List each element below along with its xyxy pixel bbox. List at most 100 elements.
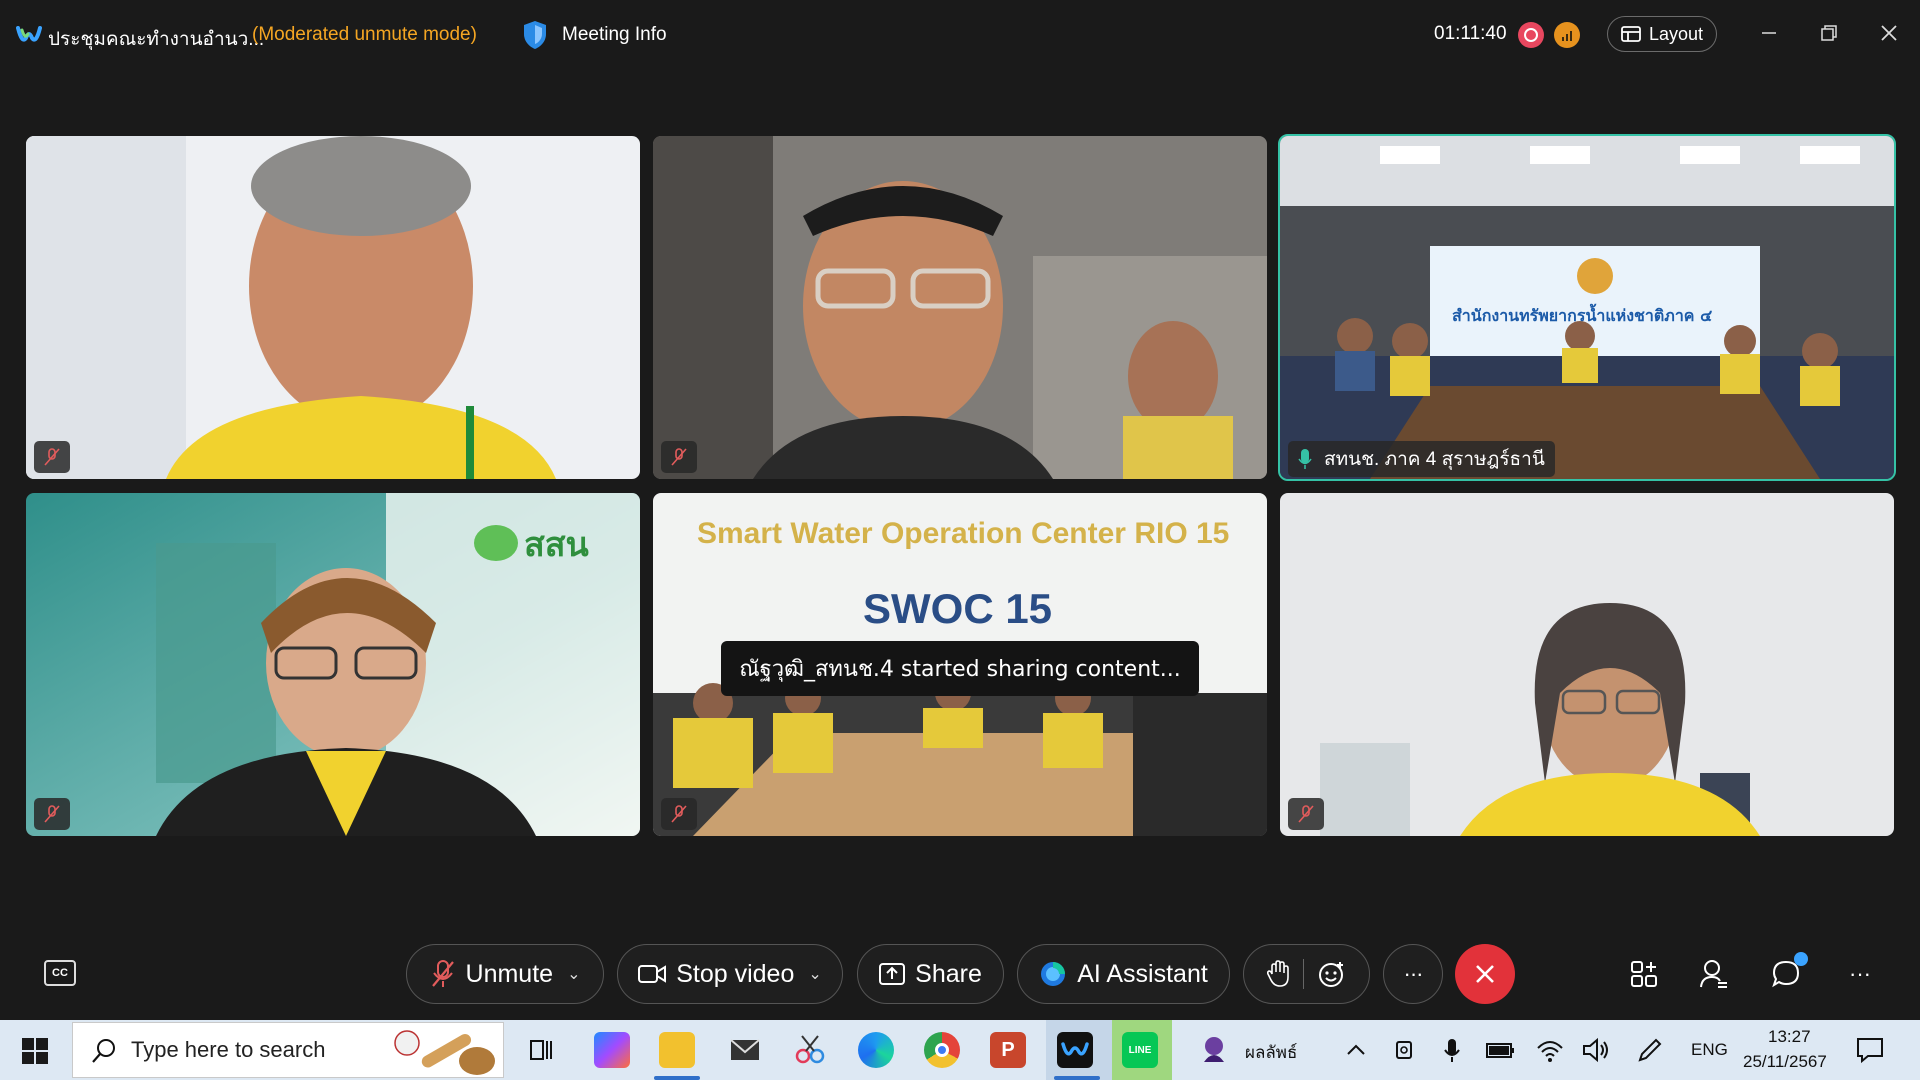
sharing-notification-toast: ณัฐวุฒิ_สทนช.4 started sharing content..…	[721, 641, 1199, 696]
participant-tile-4[interactable]: สสน	[26, 493, 640, 836]
video-feed	[26, 136, 640, 479]
muted-icon	[34, 441, 70, 473]
leave-meeting-button[interactable]	[1455, 944, 1515, 1004]
search-icon	[92, 1039, 115, 1063]
more-icon: ···	[1403, 961, 1424, 986]
mail-icon[interactable]	[727, 1032, 763, 1068]
title-bar: ประชุมคณะทำงานอำนว... (Moderated unmute …	[0, 0, 1920, 70]
stop-video-label: Stop video	[676, 959, 795, 988]
restore-button[interactable]	[1814, 18, 1844, 48]
share-icon	[879, 963, 906, 985]
notifications-icon[interactable]	[1854, 1034, 1886, 1066]
muted-icon	[1288, 798, 1324, 830]
volume-icon[interactable]	[1580, 1034, 1612, 1066]
weather-label[interactable]: ผลลัพธ์	[1245, 1039, 1297, 1066]
close-window-button[interactable]	[1874, 18, 1904, 48]
banner-line-1: Smart Water Operation Center RIO 15	[697, 517, 1230, 550]
windows-start-icon[interactable]	[22, 1038, 48, 1064]
ai-assistant-label: AI Assistant	[1077, 959, 1208, 988]
muted-icon	[34, 798, 70, 830]
muted-icon	[661, 441, 697, 473]
file-explorer-icon[interactable]	[659, 1032, 695, 1068]
layout-icon	[1621, 26, 1641, 42]
muted-icon	[661, 798, 697, 830]
task-view-icon[interactable]	[523, 1032, 559, 1068]
reactions-group	[1243, 944, 1370, 1004]
input-language[interactable]: ENG	[1691, 1040, 1728, 1060]
meeting-info-button[interactable]: Meeting Info	[562, 24, 667, 46]
more-horizontal-icon: ···	[1849, 961, 1871, 986]
unmute-button[interactable]: Unmute ⌄	[406, 944, 604, 1004]
battery-icon[interactable]	[1484, 1034, 1516, 1066]
shield-icon[interactable]	[522, 20, 548, 50]
mic-muted-icon	[431, 960, 454, 987]
clock-time[interactable]: 13:27	[1768, 1027, 1811, 1047]
share-label: Share	[915, 959, 982, 988]
wifi-icon[interactable]	[1534, 1034, 1566, 1066]
raise-hand-icon[interactable]	[1267, 960, 1289, 988]
ai-assistant-icon	[1041, 962, 1066, 986]
participant-name: สทนช. ภาค 4 สุราษฎร์ธานี	[1324, 449, 1545, 470]
ssn-logo-text: สสน	[524, 525, 589, 565]
more-menu-button[interactable]: ···	[1842, 956, 1878, 992]
network-stats-icon[interactable]	[1554, 22, 1580, 48]
apps-button[interactable]	[1626, 956, 1662, 992]
meet-now-icon[interactable]	[1390, 1034, 1422, 1066]
microphone-icon[interactable]	[1436, 1034, 1468, 1066]
pen-icon[interactable]	[1634, 1034, 1666, 1066]
chevron-up-icon[interactable]	[1340, 1034, 1372, 1066]
participants-button[interactable]	[1696, 956, 1732, 992]
powerpoint-icon[interactable]: P	[990, 1032, 1026, 1068]
moderated-mode-label: (Moderated unmute mode)	[252, 24, 477, 45]
room-sign-text: สำนักงานทรัพยากรน้ำแห่งชาติภาค ๔	[1452, 306, 1713, 325]
recording-icon[interactable]	[1518, 22, 1544, 48]
closed-captions-icon[interactable]: CC	[44, 960, 76, 986]
close-icon	[1881, 25, 1897, 41]
chevron-down-icon[interactable]: ⌄	[808, 964, 821, 984]
toast-text: ณัฐวุฒิ_สทนช.4 started sharing content..…	[739, 657, 1181, 682]
webex-app-icon[interactable]	[1057, 1032, 1093, 1068]
minimize-button[interactable]	[1754, 18, 1784, 48]
participant-tile-2[interactable]	[653, 136, 1267, 479]
stop-video-button[interactable]: Stop video ⌄	[617, 944, 843, 1004]
apps-icon	[1631, 961, 1657, 987]
windows-taskbar: Type here to search P LINE ผลลัพธ์ ENG 1…	[0, 1020, 1920, 1080]
minimize-icon	[1762, 32, 1776, 34]
chat-notification-dot	[1794, 952, 1808, 966]
chrome-browser-icon[interactable]	[924, 1032, 960, 1068]
participant-tile-3-active[interactable]: สำนักงานทรัพยากรน้ำแห่งชาติภาค ๔ สทนช. ภ…	[1278, 134, 1896, 481]
unmute-label: Unmute	[465, 959, 554, 988]
banner-line-2: SWOC 15	[863, 585, 1053, 632]
active-indicator	[1054, 1076, 1100, 1080]
search-highlight-icon	[394, 1030, 495, 1075]
layout-button[interactable]: Layout	[1607, 16, 1717, 52]
webex-logo-icon	[16, 26, 42, 42]
video-feed	[1280, 493, 1894, 836]
close-icon	[1476, 965, 1494, 983]
mic-active-icon	[1298, 449, 1312, 469]
taskbar-search-box[interactable]: Type here to search	[72, 1022, 504, 1078]
search-placeholder: Type here to search	[131, 1037, 326, 1062]
reactions-icon[interactable]	[1318, 960, 1346, 988]
chevron-down-icon[interactable]: ⌄	[567, 964, 580, 984]
restore-icon	[1821, 25, 1837, 41]
ai-assistant-button[interactable]: AI Assistant	[1017, 944, 1230, 1004]
chat-button[interactable]	[1768, 952, 1808, 992]
participant-name-tag: สทนช. ภาค 4 สุราษฎร์ธานี	[1288, 441, 1555, 477]
snipping-tool-icon[interactable]	[792, 1032, 828, 1068]
active-indicator	[654, 1076, 700, 1080]
line-app-icon[interactable]: LINE	[1122, 1032, 1158, 1068]
edge-browser-icon[interactable]	[858, 1032, 894, 1068]
meeting-title: ประชุมคณะทำงานอำนว...	[48, 29, 265, 50]
weather-icon[interactable]	[1196, 1032, 1232, 1068]
video-camera-icon	[638, 965, 667, 983]
share-button[interactable]: Share	[857, 944, 1004, 1004]
divider	[1303, 959, 1304, 989]
participant-tile-6[interactable]	[1280, 493, 1894, 836]
copilot-icon[interactable]	[594, 1032, 630, 1068]
meeting-timer: 01:11:40	[1434, 23, 1507, 44]
participant-tile-1[interactable]	[26, 136, 640, 479]
participants-icon	[1700, 960, 1727, 988]
more-options-button[interactable]: ···	[1383, 944, 1443, 1004]
clock-date[interactable]: 25/11/2567	[1743, 1052, 1827, 1072]
